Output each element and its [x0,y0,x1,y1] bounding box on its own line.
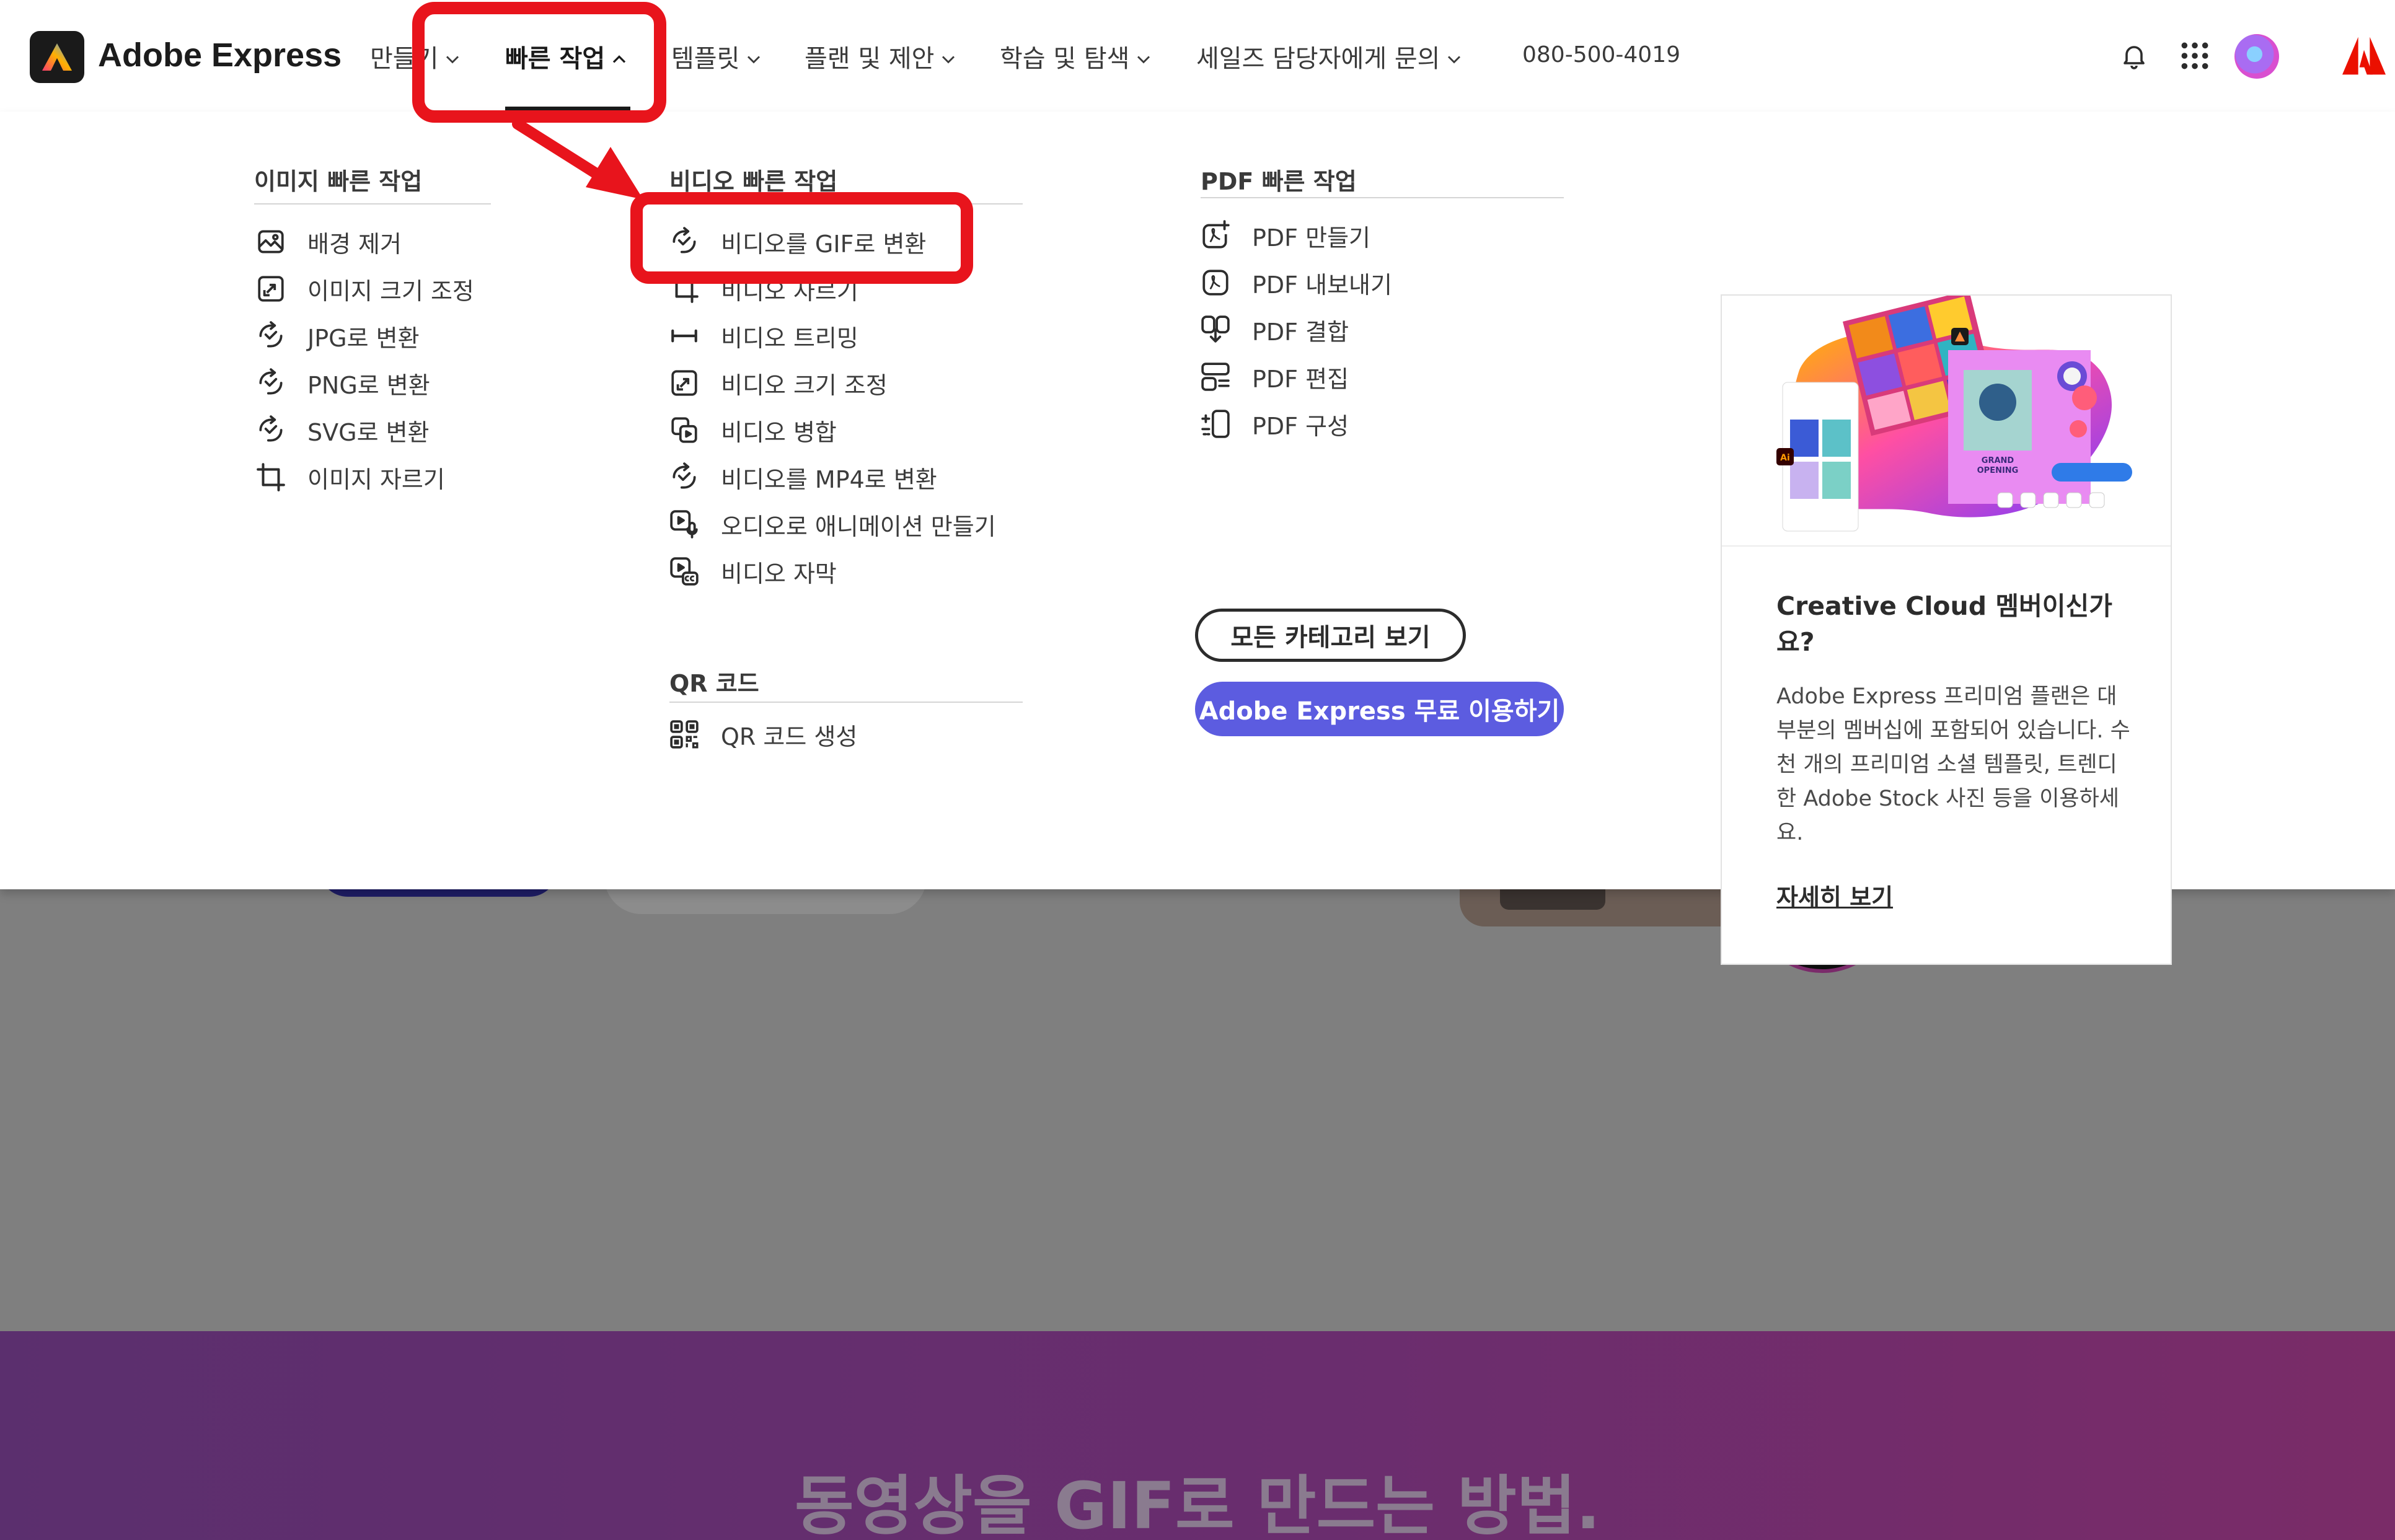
divider [1201,197,1564,198]
svg-text:Ai: Ai [1780,453,1790,463]
promo-title: Creative Cloud 멤버이신가요? [1776,591,2112,657]
nav-templates[interactable]: 템플릿 [671,38,762,74]
image-icon [253,224,289,260]
highlight-box-video-to-gif [630,192,973,284]
menu-item-video-to-mp4[interactable]: 비디오를 MP4로 변환 [666,459,937,496]
app-grid-icon[interactable] [2177,38,2212,73]
animate-audio-icon [666,506,702,542]
creative-cloud-promo-card: GRAND OPENING Ai Creative Cloud 멤버이신가요? … [1721,294,2172,965]
svg-text:GRAND: GRAND [1982,456,2014,465]
menu-item-convert-svg[interactable]: SVG로 변환 [253,411,430,449]
menu-item-export-pdf[interactable]: PDF 내보내기 [1198,264,1392,301]
qr-code-icon [666,716,702,752]
pdf-edit-icon [1198,359,1233,395]
promo-illustration: GRAND OPENING Ai [1722,296,2171,547]
menu-item-label: JPG로 변환 [307,324,420,352]
menu-item-merge-video[interactable]: 비디오 병합 [666,411,837,449]
video-quick-actions-heading: 비디오 빠른 작업 [669,168,838,195]
menu-item-label: SVG로 변환 [307,418,430,446]
menu-item-convert-png[interactable]: PNG로 변환 [253,364,430,402]
menu-item-label: PNG로 변환 [307,371,430,399]
image-quick-actions-heading: 이미지 빠른 작업 [254,168,423,195]
view-all-categories-button[interactable]: 모든 카테고리 보기 [1195,609,1466,662]
pdf-combine-icon [1198,312,1233,348]
pdf-quick-actions-heading: PDF 빠른 작업 [1201,168,1357,195]
chevron-down-icon [1446,42,1462,71]
caption-icon [666,553,702,589]
learn-more-link[interactable]: 자세히 보기 [1776,878,1893,912]
menu-item-resize-video[interactable]: 비디오 크기 조정 [666,364,888,402]
nav-plans[interactable]: 플랜 및 제안 [805,38,956,74]
qr-code-heading: QR 코드 [669,670,759,697]
pdf-organize-icon [1198,406,1233,442]
nav-contact-sales[interactable]: 세일즈 담당자에게 문의 [1196,38,1462,74]
chevron-down-icon [940,42,956,71]
free-trial-button[interactable]: Adobe Express 무료 이용하기 [1195,682,1564,736]
nav-label: 학습 및 탐색 [1000,45,1130,73]
menu-item-label: 이미지 자르기 [307,465,445,493]
avatar[interactable] [2234,34,2279,79]
bell-icon[interactable] [2117,38,2151,73]
menu-item-animate-from-audio[interactable]: 오디오로 애니메이션 만들기 [666,506,996,543]
menu-item-label: PDF 내보내기 [1252,271,1392,299]
chevron-down-icon [746,42,762,71]
menu-item-label: 비디오를 MP4로 변환 [721,465,937,493]
convert-icon [253,412,289,448]
menu-item-label: 비디오 트리밍 [721,324,858,352]
divider [669,702,1023,703]
menu-item-organize-pdf[interactable]: PDF 구성 [1198,405,1349,442]
resize-icon [253,271,289,307]
menu-item-qr-generator[interactable]: QR 코드 생성 [666,716,857,753]
pdf-create-icon [1198,218,1233,253]
menu-item-edit-pdf[interactable]: PDF 편집 [1198,358,1349,395]
promo-description: Adobe Express 프리미엄 플랜은 대부분의 멤버십에 포함되어 있습… [1776,684,2130,845]
chevron-down-icon [1136,42,1152,71]
menu-item-label: 비디오 자막 [721,560,837,587]
highlight-box-quick-actions [412,2,666,123]
menu-item-combine-pdf[interactable]: PDF 결합 [1198,311,1349,348]
menu-item-remove-background[interactable]: 배경 제거 [253,223,402,260]
menu-item-label: PDF 구성 [1252,412,1349,440]
merge-icon [666,412,702,448]
menu-item-label: 오디오로 애니메이션 만들기 [721,513,996,540]
menu-item-label: 비디오 병합 [721,418,837,446]
brand-name[interactable]: Adobe Express [98,36,342,74]
menu-item-label: PDF 편집 [1252,365,1349,393]
menu-item-label: QR 코드 생성 [721,723,858,750]
svg-text:OPENING: OPENING [1977,466,2019,475]
how-to-heading: 동영상을 GIF로 만드는 방법. [794,1468,1601,1540]
adobe-logo-icon[interactable] [2342,33,2386,78]
adobe-express-logo[interactable] [30,31,84,83]
menu-item-video-captions[interactable]: 비디오 자막 [666,553,837,590]
menu-item-resize-image[interactable]: 이미지 크기 조정 [253,270,474,307]
resize-icon [666,365,702,401]
menu-item-create-pdf[interactable]: PDF 만들기 [1198,217,1370,254]
convert-icon [253,318,289,354]
trim-icon [666,318,702,354]
top-header: Adobe Express 만들기 빠른 작업 템플릿 플랜 및 제안 학습 및… [0,0,2395,112]
crop-icon [253,459,289,495]
menu-item-label: PDF 결합 [1252,318,1349,346]
pdf-export-icon [1198,265,1233,301]
menu-item-label: PDF 만들기 [1252,224,1370,252]
nav-label: 플랜 및 제안 [805,45,935,73]
menu-item-trim-video[interactable]: 비디오 트리밍 [666,317,858,354]
menu-item-label: 이미지 크기 조정 [307,277,474,305]
quick-actions-menu: 이미지 빠른 작업 배경 제거 이미지 크기 조정 JPG로 변환 PNG로 변… [0,112,2395,965]
menu-item-label: 비디오 크기 조정 [721,371,888,399]
menu-item-label: 배경 제거 [307,230,402,258]
phone-number[interactable]: 080-500-4019 [1522,42,1680,68]
convert-icon [253,365,289,401]
convert-icon [666,459,702,495]
divider [254,203,491,205]
nav-learn[interactable]: 학습 및 탐색 [1000,38,1152,74]
nav-label: 템플릿 [671,45,740,73]
nav-label: 세일즈 담당자에게 문의 [1196,45,1440,73]
menu-item-convert-jpg[interactable]: JPG로 변환 [253,317,420,354]
menu-item-crop-image[interactable]: 이미지 자르기 [253,459,445,496]
